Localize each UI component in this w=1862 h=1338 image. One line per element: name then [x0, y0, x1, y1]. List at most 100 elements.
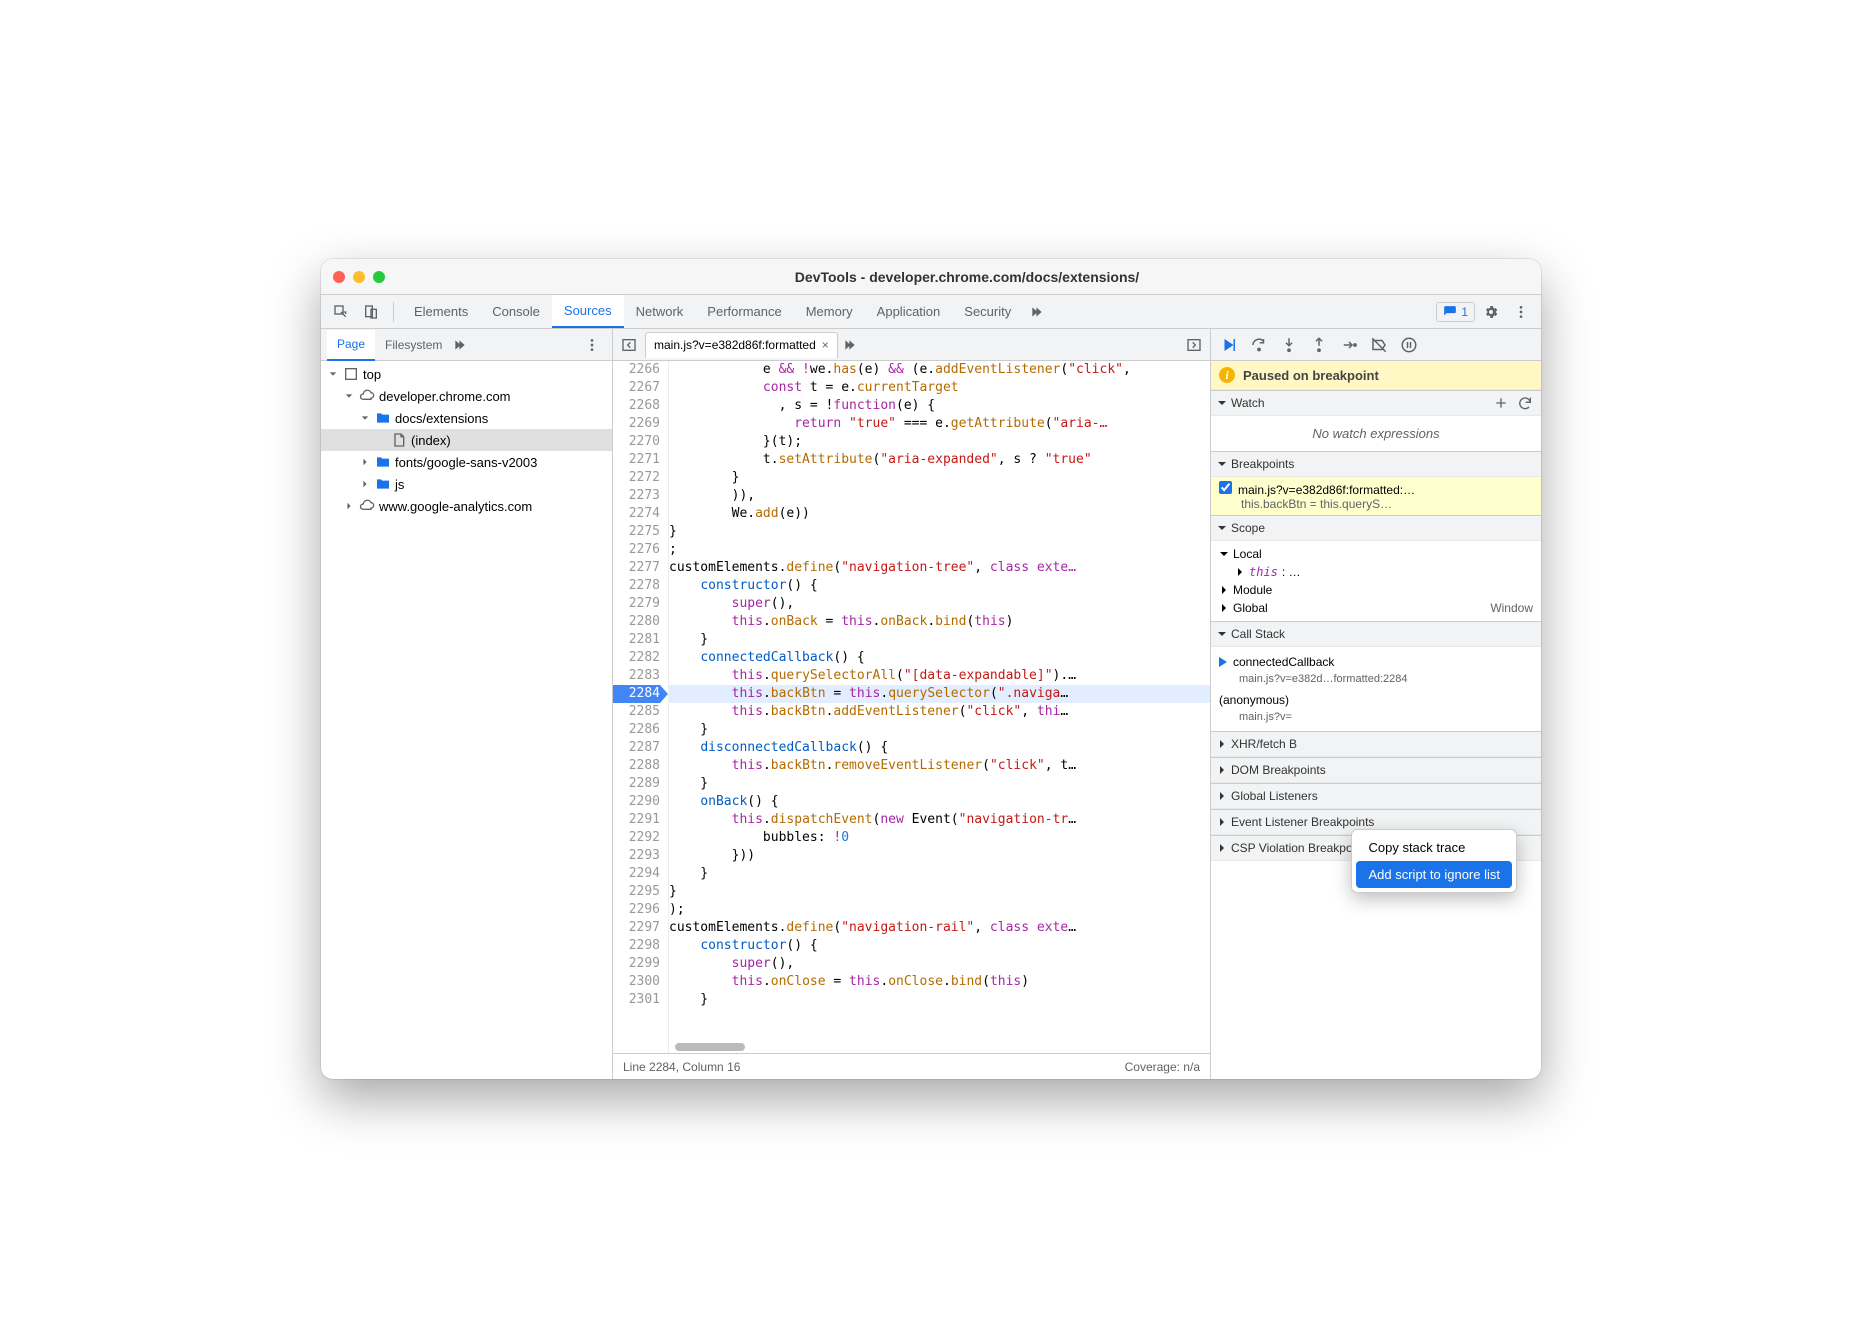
section-header[interactable]: DOM Breakpoints — [1211, 757, 1541, 783]
code-line[interactable]: })) — [669, 847, 1210, 865]
code-line[interactable]: ); — [669, 901, 1210, 919]
scope-module[interactable]: Module — [1211, 581, 1541, 599]
code-line[interactable]: } — [669, 469, 1210, 487]
step-out-icon[interactable] — [1305, 331, 1333, 359]
gutter-line[interactable]: 2275 — [613, 523, 660, 541]
devtools-tab-network[interactable]: Network — [624, 295, 696, 328]
nav-forward-icon[interactable] — [1182, 331, 1206, 359]
gutter-line[interactable]: 2290 — [613, 793, 660, 811]
gutter-line[interactable]: 2300 — [613, 973, 660, 991]
gutter-line[interactable]: 2277 — [613, 559, 660, 577]
callstack-frame[interactable]: connectedCallbackmain.js?v=e382d…formatt… — [1211, 651, 1541, 689]
devtools-tab-performance[interactable]: Performance — [695, 295, 793, 328]
more-tabs-icon[interactable] — [1025, 298, 1053, 326]
context-menu-item[interactable]: Copy stack trace — [1356, 834, 1512, 861]
minimize-window-button[interactable] — [353, 271, 365, 283]
code-line[interactable]: this.dispatchEvent(new Event("navigation… — [669, 811, 1210, 829]
breakpoint-checkbox[interactable] — [1219, 481, 1232, 494]
scope-global[interactable]: GlobalWindow — [1211, 599, 1541, 617]
gutter-line[interactable]: 2297 — [613, 919, 660, 937]
gutter-line[interactable]: 2293 — [613, 847, 660, 865]
code-line[interactable]: const t = e.currentTarget — [669, 379, 1210, 397]
tree-folder[interactable]: js — [321, 473, 612, 495]
tree-folder[interactable]: fonts/google-sans-v2003 — [321, 451, 612, 473]
devtools-tab-console[interactable]: Console — [480, 295, 552, 328]
scope-local[interactable]: Local — [1211, 545, 1541, 563]
gutter-line[interactable]: 2301 — [613, 991, 660, 1009]
navigator-more-icon[interactable] — [578, 331, 606, 359]
code-line[interactable]: } — [669, 523, 1210, 541]
gutter-line[interactable]: 2271 — [613, 451, 660, 469]
more-editor-tabs-icon[interactable] — [842, 335, 862, 355]
watch-section-header[interactable]: Watch — [1211, 390, 1541, 416]
code-line[interactable]: return "true" === e.getAttribute("aria-… — [669, 415, 1210, 433]
code-line[interactable]: super(), — [669, 955, 1210, 973]
code-line[interactable]: , s = !function(e) { — [669, 397, 1210, 415]
tree-origin[interactable]: developer.chrome.com — [321, 385, 612, 407]
gutter-line[interactable]: 2280 — [613, 613, 660, 631]
gutter-line[interactable]: 2267 — [613, 379, 660, 397]
code-line[interactable]: connectedCallback() { — [669, 649, 1210, 667]
code-line[interactable]: customElements.define("navigation-tree",… — [669, 559, 1210, 577]
navigator-tab-page[interactable]: Page — [327, 330, 375, 361]
tree-file-index[interactable]: (index) — [321, 429, 612, 451]
step-icon[interactable] — [1335, 331, 1363, 359]
code-line[interactable]: } — [669, 775, 1210, 793]
code-line[interactable]: } — [669, 631, 1210, 649]
gutter-line[interactable]: 2296 — [613, 901, 660, 919]
callstack-section-header[interactable]: Call Stack — [1211, 621, 1541, 647]
code-line[interactable]: )), — [669, 487, 1210, 505]
add-watch-icon[interactable] — [1491, 393, 1511, 413]
issues-counter[interactable]: 1 — [1436, 302, 1475, 322]
code-line[interactable]: onBack() { — [669, 793, 1210, 811]
code-line[interactable]: this.onBack = this.onBack.bind(this) — [669, 613, 1210, 631]
deactivate-breakpoints-icon[interactable] — [1365, 331, 1393, 359]
section-header[interactable]: XHR/fetch B — [1211, 731, 1541, 757]
gutter-line[interactable]: 2282 — [613, 649, 660, 667]
inspect-element-icon[interactable] — [327, 298, 355, 326]
code-line[interactable]: t.setAttribute("aria-expanded", s ? "tru… — [669, 451, 1210, 469]
gutter-line[interactable]: 2288 — [613, 757, 660, 775]
more-menu-icon[interactable] — [1507, 298, 1535, 326]
gutter-line[interactable]: 2276 — [613, 541, 660, 559]
maximize-window-button[interactable] — [373, 271, 385, 283]
callstack-frame[interactable]: (anonymous)main.js?v= — [1211, 689, 1541, 727]
device-toolbar-icon[interactable] — [357, 298, 385, 326]
section-header[interactable]: Global Listeners — [1211, 783, 1541, 809]
gutter-line[interactable]: 2294 — [613, 865, 660, 883]
nav-back-icon[interactable] — [617, 331, 641, 359]
gutter-line[interactable]: 2274 — [613, 505, 660, 523]
scope-this[interactable]: this: … — [1211, 563, 1541, 581]
gutter-line[interactable]: 2289 — [613, 775, 660, 793]
tree-origin[interactable]: www.google-analytics.com — [321, 495, 612, 517]
code-line[interactable]: } — [669, 991, 1210, 1009]
code-line[interactable]: e && !we.has(e) && (e.addEventListener("… — [669, 361, 1210, 379]
gutter-line[interactable]: 2281 — [613, 631, 660, 649]
gutter-line[interactable]: 2269 — [613, 415, 660, 433]
code-line[interactable]: }(t); — [669, 433, 1210, 451]
gutter-line[interactable]: 2287 — [613, 739, 660, 757]
devtools-tab-elements[interactable]: Elements — [402, 295, 480, 328]
gutter-line[interactable]: 2270 — [613, 433, 660, 451]
code-line[interactable]: super(), — [669, 595, 1210, 613]
code-line[interactable]: customElements.define("navigation-rail",… — [669, 919, 1210, 937]
more-navigator-tabs-icon[interactable] — [452, 335, 472, 355]
editor-tab[interactable]: main.js?v=e382d86f:formatted × — [645, 332, 838, 358]
scope-section-header[interactable]: Scope — [1211, 515, 1541, 541]
code-line[interactable]: constructor() { — [669, 937, 1210, 955]
code-line[interactable]: this.backBtn.addEventListener("click", t… — [669, 703, 1210, 721]
gutter-line[interactable]: 2291 — [613, 811, 660, 829]
close-window-button[interactable] — [333, 271, 345, 283]
context-menu-item[interactable]: Add script to ignore list — [1356, 861, 1512, 888]
gutter-line[interactable]: 2283 — [613, 667, 660, 685]
code-line[interactable]: ; — [669, 541, 1210, 559]
gutter-line[interactable]: 2284 — [613, 685, 660, 703]
step-into-icon[interactable] — [1275, 331, 1303, 359]
tree-folder[interactable]: docs/extensions — [321, 407, 612, 429]
devtools-tab-application[interactable]: Application — [865, 295, 953, 328]
code-line[interactable]: this.backBtn = this.querySelector(".navi… — [669, 685, 1210, 703]
gutter-line[interactable]: 2278 — [613, 577, 660, 595]
gutter-line[interactable]: 2295 — [613, 883, 660, 901]
settings-gear-icon[interactable] — [1477, 298, 1505, 326]
pause-exceptions-icon[interactable] — [1395, 331, 1423, 359]
